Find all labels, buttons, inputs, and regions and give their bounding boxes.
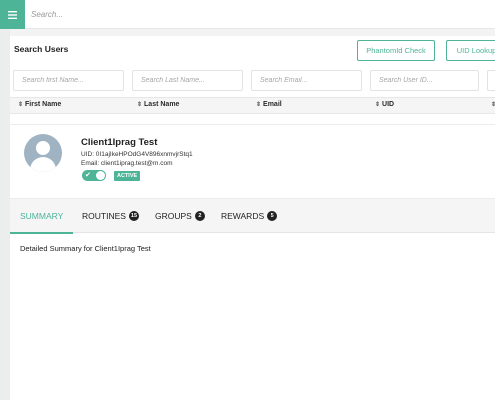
email-search-input[interactable]: [251, 70, 362, 91]
uid-lookup-button[interactable]: UID Lookup: [446, 40, 495, 61]
avatar: [24, 134, 62, 172]
search-filters: [10, 70, 495, 94]
tab-label: SUMMARY: [20, 211, 64, 221]
column-header-label: Email: [263, 101, 282, 108]
tab-groups[interactable]: GROUPS 2: [155, 199, 205, 233]
tab-summary[interactable]: SUMMARY: [9, 199, 74, 234]
last-name-search-input[interactable]: [132, 70, 243, 91]
status-badge: ACTIVE: [114, 171, 141, 181]
tab-rewards[interactable]: REWARDS 5: [221, 199, 278, 233]
avatar-body-shape: [30, 157, 56, 172]
count-badge: 15: [128, 211, 140, 221]
user-id-search-input[interactable]: [370, 70, 479, 91]
toggle-knob: [96, 171, 105, 180]
account-enabled-toggle[interactable]: ✔: [82, 170, 106, 181]
column-header-label: UID: [382, 101, 395, 108]
sort-icon: ⇕: [375, 102, 381, 108]
summary-text: Detailed Summary for Client1Iprag Test: [20, 244, 151, 253]
first-name-search-input[interactable]: [13, 70, 124, 91]
hamburger-menu-icon[interactable]: [0, 0, 25, 29]
check-icon: ✔: [85, 172, 91, 179]
tab-label: GROUPS: [155, 211, 192, 221]
column-header-first-name[interactable]: ⇕ First Name: [18, 101, 61, 108]
tab-label: REWARDS: [221, 211, 265, 221]
sort-icon: ⇕: [137, 102, 143, 108]
user-name: Client1Iprag Test: [81, 137, 158, 148]
search-users-header: Search Users PhantomId Check UID Lookup: [10, 36, 495, 65]
column-header-uid[interactable]: ⇕ UID: [375, 101, 394, 108]
tab-label: ROUTINES: [82, 211, 126, 221]
global-search-input[interactable]: [31, 6, 331, 23]
column-header-label: First Name: [25, 101, 62, 108]
column-header-extra[interactable]: ⇕: [491, 101, 495, 108]
profile-tabs: SUMMARY ROUTINES 15 GROUPS 2 REWARDS 5: [9, 199, 495, 234]
results-table-header: ⇕ First Name ⇕ Last Name ⇕ Email ⇕ UID ⇕: [10, 97, 495, 114]
tab-content-summary: Detailed Summary for Client1Iprag Test: [10, 234, 495, 400]
column-header-last-name[interactable]: ⇕ Last Name: [137, 101, 179, 108]
column-header-email[interactable]: ⇕ Email: [256, 101, 282, 108]
count-badge: 2: [194, 211, 205, 221]
user-email: Email: client1iprag.test@m.com: [81, 160, 173, 167]
avatar-head-shape: [36, 141, 50, 155]
left-gutter: [0, 29, 10, 400]
extra-search-input[interactable]: [487, 70, 495, 91]
page-title: Search Users: [14, 44, 69, 54]
main-panel: Search Users PhantomId Check UID Lookup …: [9, 36, 495, 400]
top-bar: [0, 0, 495, 29]
user-profile-card: Client1Iprag Test UID: 0I1ajIkeHPOdG4V89…: [10, 124, 495, 199]
sort-icon: ⇕: [18, 102, 24, 108]
sort-icon: ⇕: [256, 102, 262, 108]
phantomid-check-button[interactable]: PhantomId Check: [357, 40, 435, 61]
tab-routines[interactable]: ROUTINES 15: [82, 199, 140, 233]
user-uid: UID: 0I1ajIkeHPOdG4V896xnmvjrStq1: [81, 151, 193, 158]
sort-icon: ⇕: [491, 102, 495, 108]
count-badge: 5: [267, 211, 278, 221]
column-header-label: Last Name: [144, 101, 180, 108]
